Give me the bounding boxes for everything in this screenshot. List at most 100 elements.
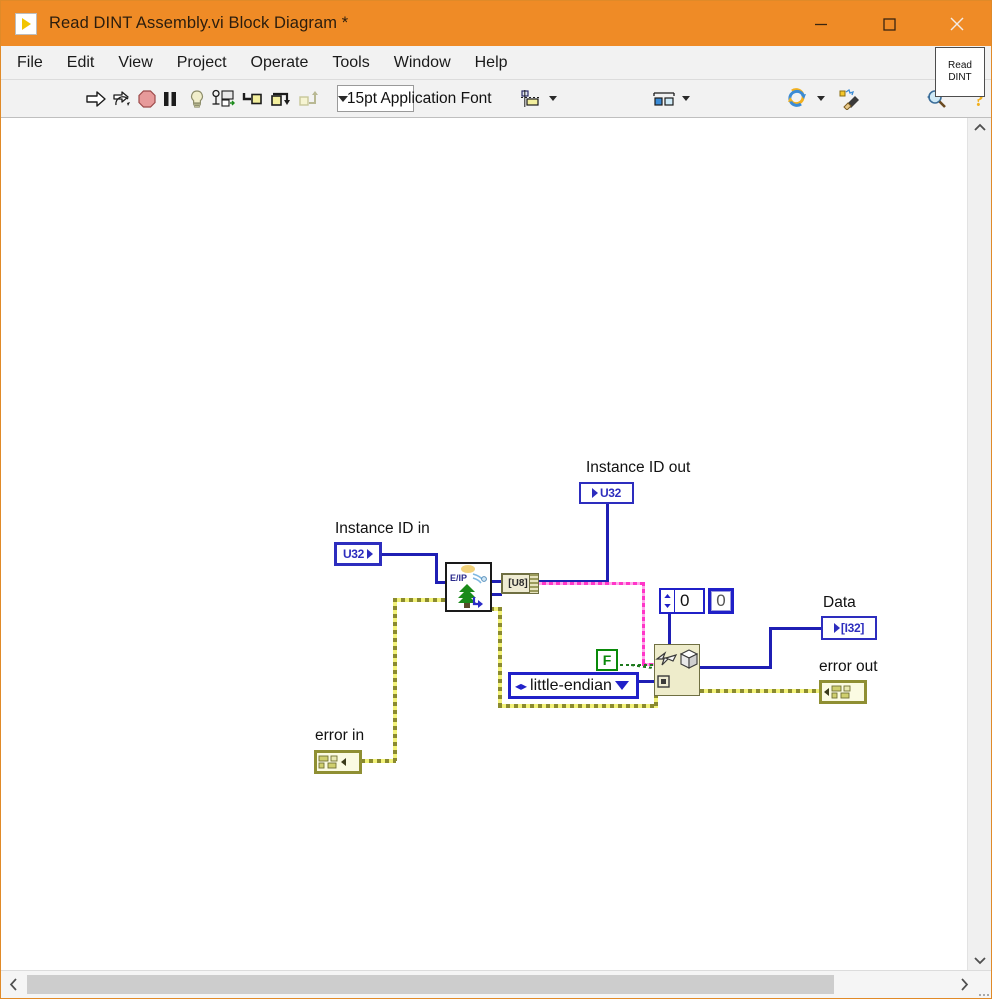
close-button[interactable]: [923, 1, 991, 46]
numeric-control-offset[interactable]: 0: [659, 588, 705, 614]
numeric-indicator-small[interactable]: 0: [708, 588, 734, 614]
vertical-scrollbar[interactable]: [967, 118, 991, 970]
menu-item-view[interactable]: View: [106, 46, 164, 79]
run-arrow-icon[interactable]: [85, 84, 107, 114]
menu-bar: File Edit View Project Operate Tools Win…: [1, 46, 991, 80]
wire-instance-id-in-v: [435, 553, 438, 584]
vi-icon-line2: DINT: [948, 72, 972, 83]
scroll-left-button[interactable]: [1, 971, 27, 998]
font-selector-value: 15pt Application Font: [346, 89, 492, 107]
resize-objects-button[interactable]: [700, 84, 825, 114]
wire-error-in-h: [361, 759, 396, 763]
menu-item-tools[interactable]: Tools: [320, 46, 381, 79]
minimize-button[interactable]: [787, 1, 855, 46]
wire-error-out-h: [700, 689, 820, 693]
resize-grip[interactable]: [977, 970, 991, 1000]
scroll-up-button[interactable]: [968, 118, 991, 138]
labview-vi-icon: [15, 12, 37, 35]
control-arrow-icon: [367, 549, 374, 559]
resize-objects-icon: [784, 84, 814, 114]
chevron-down-icon: [682, 96, 690, 101]
wire-eip-err-out-v: [498, 607, 502, 708]
chevron-down-icon: [817, 96, 825, 101]
horizontal-scroll-thumb[interactable]: [27, 975, 834, 994]
chevron-down-icon: [549, 96, 557, 101]
menu-item-operate[interactable]: Operate: [239, 46, 321, 79]
node-ethernet-ip-read-assembly[interactable]: E/IP: [445, 562, 492, 612]
boolean-false-constant[interactable]: F: [596, 649, 618, 671]
block-diagram-canvas[interactable]: Instance ID out Instance ID in Data erro…: [1, 118, 991, 970]
wire-enum-h: [638, 680, 655, 683]
numeric-indicator-value: 0: [711, 591, 731, 611]
wire-string-h: [535, 582, 644, 585]
error-cluster-icon: [824, 685, 851, 699]
menu-item-project[interactable]: Project: [165, 46, 239, 79]
error-cluster-icon: [318, 755, 346, 769]
terminal-error-out[interactable]: [819, 680, 867, 704]
label-data: Data: [823, 594, 856, 611]
terminal-instance-id-in[interactable]: U32: [334, 542, 382, 566]
terminal-instance-id-out-type: U32: [599, 486, 622, 500]
toolbar: 15pt Application Font ? Read DINT: [1, 47, 991, 118]
step-out-icon[interactable]: [297, 84, 321, 114]
chevron-down-icon[interactable]: [615, 681, 629, 690]
ethernet-ip-vi-icon: E/IP: [450, 565, 487, 608]
highlight-execution-icon[interactable]: [187, 84, 207, 114]
wire-data-h2: [769, 627, 824, 630]
menu-item-help[interactable]: Help: [463, 46, 520, 79]
unflatten-from-string-icon: [655, 649, 699, 688]
terminal-data-type: [I32]: [840, 621, 865, 635]
scroll-right-button[interactable]: [951, 971, 977, 998]
indicator-arrow-icon: [591, 488, 598, 498]
label-error-out: error out: [819, 658, 878, 675]
terminal-error-in[interactable]: [314, 750, 362, 774]
byte-order-enum-constant[interactable]: ◂▸ little-endian: [508, 672, 639, 699]
wire-data-h1: [700, 666, 771, 669]
distribute-objects-button[interactable]: [565, 84, 690, 114]
label-error-in: error in: [315, 727, 365, 744]
menu-item-window[interactable]: Window: [382, 46, 463, 79]
wire-error-to-eip-h: [393, 598, 445, 602]
clean-up-diagram-icon[interactable]: [837, 84, 863, 114]
pause-icon[interactable]: [161, 84, 179, 114]
wire-data-v: [769, 627, 772, 669]
horizontal-scroll-track[interactable]: [27, 975, 951, 994]
retain-wire-values-icon[interactable]: [211, 84, 235, 114]
font-selector[interactable]: 15pt Application Font: [336, 85, 492, 112]
node-u8-label: [U8]: [508, 578, 528, 589]
distribute-objects-icon: [649, 84, 679, 114]
node-unflatten-from-string[interactable]: [654, 644, 700, 696]
horizontal-scrollbar[interactable]: [1, 970, 991, 998]
node-u8-connector: [529, 573, 539, 594]
enum-updown-icon[interactable]: ◂▸: [515, 679, 527, 693]
wire-err-bottom-h: [498, 704, 658, 708]
boolean-false-label: F: [602, 652, 612, 668]
run-continuously-icon[interactable]: [111, 84, 133, 114]
increment-decrement-icon[interactable]: [661, 590, 675, 612]
terminal-instance-id-in-type: U32: [342, 547, 365, 561]
wire-string-v: [642, 582, 645, 665]
wire-error-in-v: [393, 598, 397, 761]
application-window: Read DINT Assembly.vi Block Diagram * Fi…: [0, 0, 992, 999]
scroll-down-button[interactable]: [968, 950, 991, 970]
step-over-icon[interactable]: [269, 84, 293, 114]
window-title: Read DINT Assembly.vi Block Diagram *: [49, 14, 349, 32]
terminal-instance-id-out[interactable]: U32: [579, 482, 634, 504]
svg-text:E/IP: E/IP: [450, 573, 467, 583]
terminal-data[interactable]: [I32]: [821, 616, 877, 640]
vi-icon-badge[interactable]: Read DINT: [935, 47, 985, 97]
numeric-control-value: 0: [680, 591, 690, 610]
wire-instance-id-out-v: [606, 503, 609, 583]
step-into-icon[interactable]: [241, 84, 265, 114]
maximize-button[interactable]: [855, 1, 923, 46]
abort-execution-icon[interactable]: [137, 84, 157, 114]
window-controls: [787, 1, 991, 46]
vi-icon-line1: Read: [948, 60, 972, 71]
indicator-arrow-icon: [833, 623, 840, 633]
byte-order-enum-value: little-endian: [530, 676, 612, 694]
label-instance-id-in: Instance ID in: [335, 520, 430, 537]
menu-item-file[interactable]: File: [5, 46, 55, 79]
label-instance-id-out: Instance ID out: [586, 459, 691, 476]
menu-item-edit[interactable]: Edit: [55, 46, 107, 79]
block-diagram-workspace[interactable]: Instance ID out Instance ID in Data erro…: [1, 118, 967, 970]
